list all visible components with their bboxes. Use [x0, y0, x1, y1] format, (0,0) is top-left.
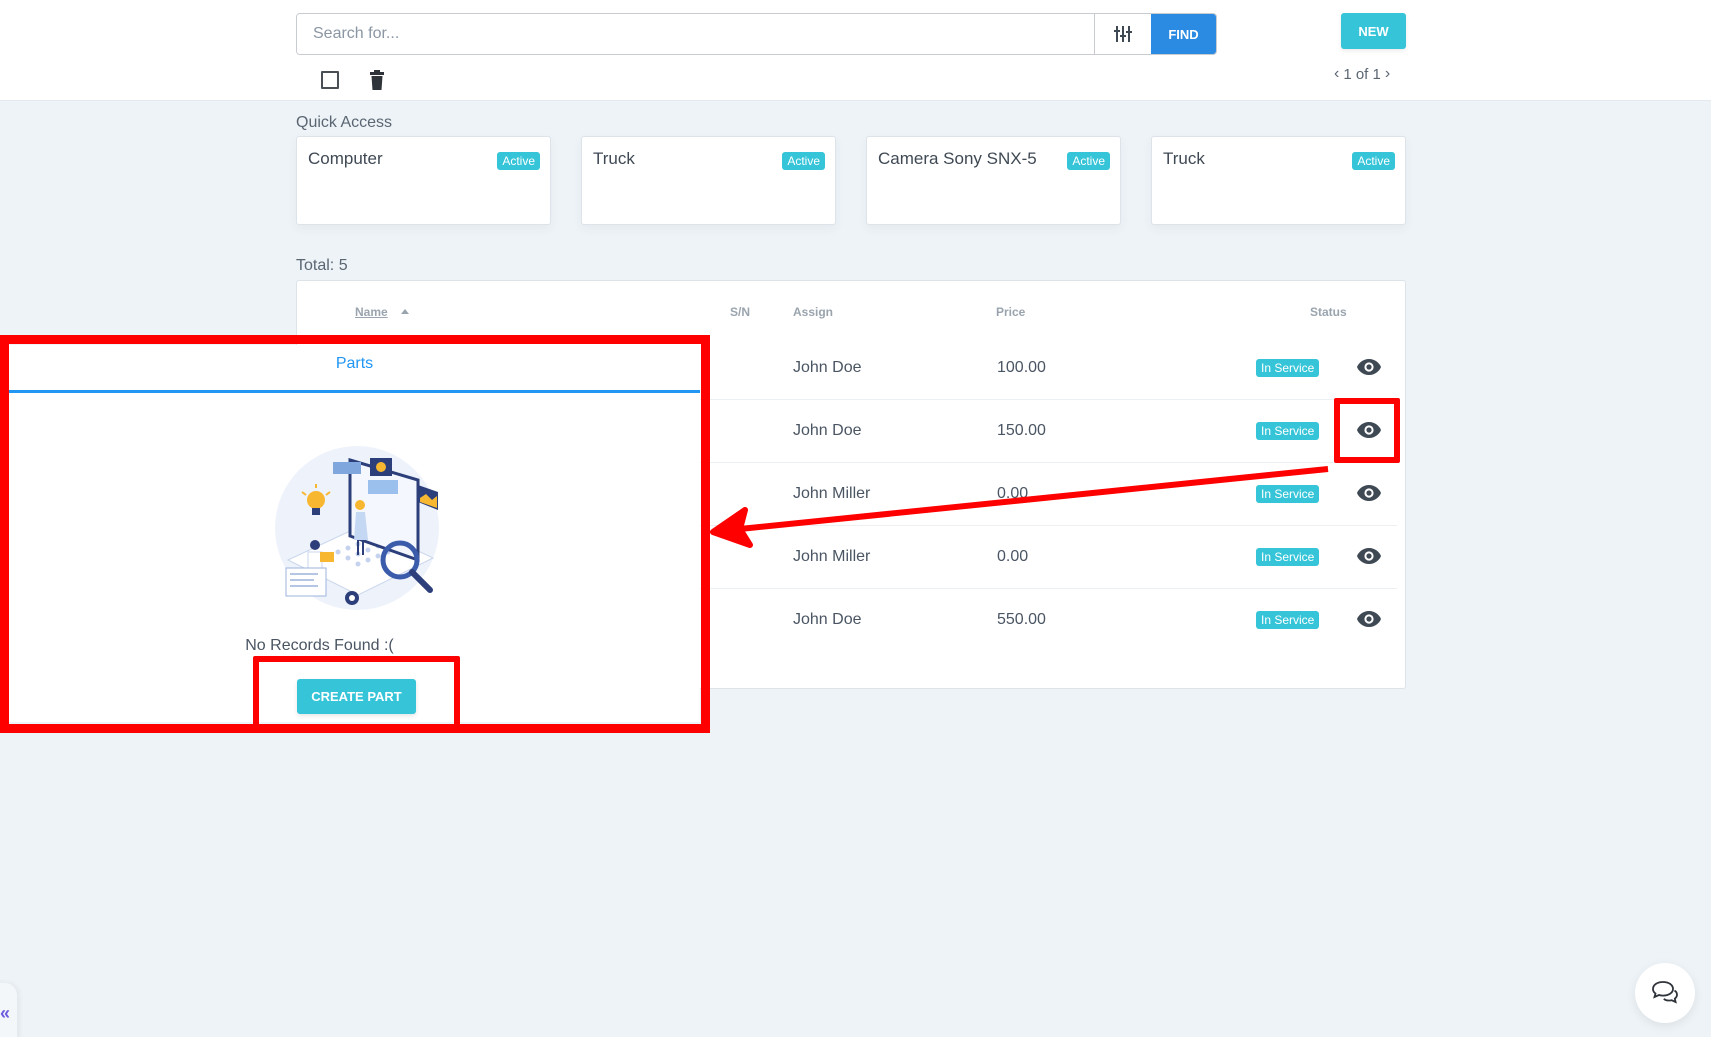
sort-ascending-icon	[401, 309, 409, 314]
assign-cell: John Miller	[793, 548, 871, 565]
card-title: Truck	[1163, 149, 1205, 168]
page-indicator: 1 of 1	[1343, 65, 1381, 83]
assign-cell: John Doe	[793, 422, 862, 439]
select-all-checkbox[interactable]	[321, 71, 339, 89]
quick-access-card[interactable]: Truck Active	[581, 136, 836, 225]
quick-access-card[interactable]: Truck Active	[1151, 136, 1406, 225]
find-button[interactable]: FIND	[1151, 14, 1216, 54]
sliders-icon	[1114, 26, 1132, 42]
card-title: Camera Sony SNX-5	[878, 149, 1037, 168]
quick-access-card[interactable]: Computer Active	[296, 136, 551, 225]
status-badge: Active	[1352, 152, 1395, 170]
status-badge: Active	[497, 152, 540, 170]
search-input[interactable]	[297, 14, 1094, 54]
next-page-button[interactable]: ›	[1385, 65, 1390, 83]
status-badge: In Service	[1256, 359, 1320, 377]
price-cell: 100.00	[997, 359, 1046, 376]
eye-icon[interactable]	[1357, 485, 1381, 501]
price-cell: 0.00	[997, 548, 1029, 565]
column-header-price: Price	[996, 305, 1026, 319]
chat-button[interactable]	[1635, 963, 1695, 1023]
quick-access-label: Quick Access	[296, 114, 393, 131]
column-header-status: Status	[1310, 305, 1347, 319]
status-badge: Active	[782, 152, 825, 170]
empty-state-text: No Records Found :(	[245, 637, 394, 654]
prev-page-button[interactable]: ‹	[1334, 65, 1339, 83]
assign-cell: John Miller	[793, 485, 871, 502]
chat-bubbles-icon	[1652, 981, 1678, 1004]
card-title: Computer	[308, 149, 383, 168]
tab-parts[interactable]: Parts	[9, 345, 700, 393]
price-cell: 550.00	[997, 611, 1046, 628]
eye-icon[interactable]	[1357, 422, 1381, 438]
assign-cell: John Doe	[793, 359, 862, 376]
filter-button[interactable]	[1094, 14, 1151, 54]
sidebar-expand-button[interactable]: «	[0, 983, 17, 1037]
top-toolbar: FIND NEW ‹ 1 of 1 ›	[0, 0, 1711, 101]
card-title: Truck	[593, 149, 635, 168]
eye-icon[interactable]	[1357, 548, 1381, 564]
status-badge: Active	[1067, 152, 1110, 170]
eye-icon[interactable]	[1357, 359, 1381, 375]
quick-access-card[interactable]: Camera Sony SNX-5 Active	[866, 136, 1121, 225]
new-button[interactable]: NEW	[1341, 13, 1406, 49]
assign-cell: John Doe	[793, 611, 862, 628]
column-header-name[interactable]: Name	[355, 305, 388, 319]
status-badge: In Service	[1256, 611, 1320, 629]
empty-state-illustration	[275, 446, 439, 610]
search-bar: FIND	[296, 13, 1217, 55]
column-header-assign: Assign	[793, 305, 834, 319]
parts-panel: Parts No Records Found :( CREATE PART	[9, 345, 700, 722]
price-cell: 150.00	[997, 422, 1046, 439]
trash-icon[interactable]	[370, 70, 384, 90]
eye-icon[interactable]	[1357, 611, 1381, 627]
price-cell: 0.00	[997, 485, 1029, 502]
pagination: ‹ 1 of 1 ›	[1334, 64, 1390, 84]
status-badge: In Service	[1256, 485, 1320, 503]
status-badge: In Service	[1256, 422, 1320, 440]
create-part-button[interactable]: CREATE PART	[297, 679, 416, 714]
status-badge: In Service	[1256, 548, 1320, 566]
column-header-sn: S/N	[730, 305, 751, 319]
total-count: Total: 5	[296, 257, 348, 274]
